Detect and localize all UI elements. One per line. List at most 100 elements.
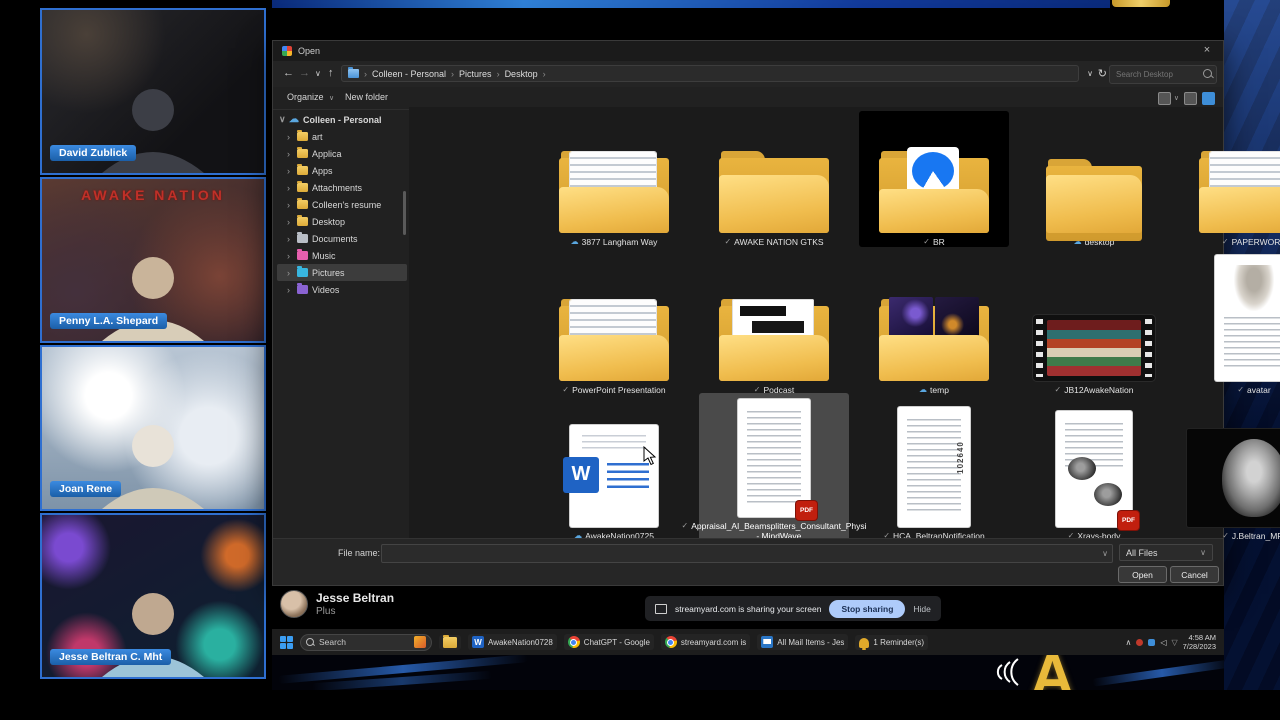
pinned-status-icon: ✓ [1222, 530, 1229, 540]
file-name-caret-icon[interactable]: ∨ [1102, 549, 1108, 558]
tree-item-art[interactable]: › art [277, 128, 407, 145]
browser-logo-preview [907, 146, 959, 195]
close-icon[interactable]: × [1199, 44, 1215, 56]
file-item[interactable]: ☁ desktop [1019, 111, 1169, 247]
folder-icon [297, 215, 308, 226]
stop-sharing-button[interactable]: Stop sharing [829, 599, 906, 618]
new-folder-button[interactable]: New folder [345, 92, 388, 102]
search-box[interactable] [1109, 65, 1217, 84]
taskbar-clock[interactable]: 4:58 AM 7/28/2023 [1183, 633, 1216, 652]
up-icon[interactable]: ↑ [328, 67, 334, 79]
breadcrumb-part[interactable]: Pictures [459, 69, 492, 79]
view-caret-icon[interactable]: ∨ [1174, 94, 1179, 102]
file-name-combo[interactable]: ∨ [381, 544, 1113, 563]
breadcrumb-separator: › [364, 68, 367, 79]
expand-icon[interactable]: › [287, 251, 293, 261]
expand-icon[interactable]: › [287, 268, 293, 278]
tree-item-music[interactable]: › Music [277, 247, 407, 264]
expand-icon[interactable]: › [287, 132, 293, 142]
file-explorer-icon [443, 634, 457, 648]
file-item-selected[interactable]: ✓ BR [859, 111, 1009, 247]
forward-icon[interactable]: → [299, 67, 310, 79]
folder-icon [297, 181, 308, 192]
portrait-preview [1234, 265, 1274, 311]
file-item[interactable]: W ☁ AwakeNation0725 [539, 393, 689, 541]
tree-item-onedrive-root[interactable]: ∨ ☁ Colleen - Personal [277, 111, 407, 128]
file-item[interactable]: PDF ✓ Xrays-body [1019, 393, 1169, 541]
tray-app-icon[interactable] [1148, 638, 1156, 646]
pictures-icon [297, 266, 308, 277]
folder-icon [297, 147, 308, 158]
organize-button[interactable]: Organize [287, 92, 324, 102]
expand-icon[interactable]: › [287, 149, 293, 159]
file-item[interactable]: ✓ AWAKE NATION GTKS [699, 111, 849, 247]
taskbar-word-window[interactable]: W AwakeNation0728 [468, 634, 557, 650]
sharing-message: streamyard.com is sharing your screen [675, 603, 822, 614]
open-button[interactable]: Open [1118, 566, 1167, 583]
tree-item-apps[interactable]: › Apps [277, 162, 407, 179]
taskbar-chrome-chatgpt[interactable]: ChatGPT - Google [563, 634, 654, 650]
file-item[interactable]: ☁ temp [859, 255, 1009, 395]
taskbar-chrome-streamyard[interactable]: streamyard.com is [660, 634, 751, 650]
tree-scrollbar[interactable] [403, 191, 406, 235]
file-type-dropdown[interactable]: All Files ∨ [1119, 544, 1213, 561]
file-item-selected[interactable]: PDF ✓ Appraisal_AI_Beamsplitters_Consulta… [682, 393, 867, 541]
expand-icon[interactable]: › [287, 183, 293, 193]
taskbar-search-label: Search [319, 637, 346, 647]
mail-icon [761, 636, 774, 648]
tray-app-icon[interactable] [1136, 638, 1144, 646]
hide-toast-button[interactable]: Hide [913, 604, 930, 614]
recent-caret-icon[interactable]: ∨ [315, 69, 321, 78]
file-item[interactable]: 102640 ✓ HCA_BeltranNotification [859, 393, 1009, 541]
tree-item-desktop[interactable]: › Desktop [277, 213, 407, 230]
tray-expand-icon[interactable]: ∧ [1125, 638, 1131, 647]
address-caret-icon[interactable]: ∨ [1087, 69, 1093, 78]
preview-pane-icon[interactable] [1202, 92, 1215, 105]
start-button[interactable] [280, 635, 293, 649]
breadcrumb[interactable]: › Colleen - Personal › Pictures › Deskto… [341, 65, 1079, 82]
tree-item-documents[interactable]: › Documents [277, 230, 407, 247]
expand-icon[interactable]: › [287, 200, 293, 210]
breadcrumb-part[interactable]: Colleen - Personal [372, 69, 446, 79]
file-item[interactable]: W ✓avatar [1179, 255, 1280, 395]
tree-item-applica[interactable]: › Applica [277, 145, 407, 162]
volume-icon[interactable]: ◁ [1160, 638, 1166, 647]
dialog-titlebar[interactable]: Open × [273, 41, 1223, 61]
expand-icon[interactable]: › [287, 217, 293, 227]
expand-icon[interactable]: › [287, 285, 293, 295]
tree-item-attachments[interactable]: › Attachments [277, 179, 407, 196]
file-item[interactable]: ✓ Podcast [699, 255, 849, 395]
cancel-button[interactable]: Cancel [1170, 566, 1219, 583]
clock-date: 7/28/2023 [1182, 642, 1216, 651]
chrome-icon [567, 636, 580, 648]
back-icon[interactable]: ← [283, 67, 294, 79]
taskbar-reminder-window[interactable]: 1 Reminder(s) [855, 634, 929, 650]
expand-icon[interactable]: › [287, 234, 293, 244]
network-icon[interactable]: ▽ [1171, 638, 1177, 647]
breadcrumb-part[interactable]: Desktop [505, 69, 538, 79]
file-item[interactable]: ✓PAPERWORK [1179, 111, 1280, 247]
file-item[interactable]: ✓ JB12AwakeNation [1019, 255, 1169, 395]
taskbar-file-explorer[interactable] [439, 634, 461, 650]
tree-label: Documents [312, 233, 358, 244]
file-name: J.Beltran_MRI [1231, 530, 1280, 541]
file-item[interactable]: ☁ 3877 Langham Way [539, 111, 689, 247]
file-item[interactable]: ✓J.Beltran_MRI [1179, 393, 1280, 541]
file-item[interactable]: ✓ PowerPoint Presentation [539, 255, 689, 395]
expand-icon[interactable]: › [287, 166, 293, 176]
file-name-label: File name: [338, 548, 381, 558]
location-folder-icon [348, 67, 359, 78]
tree-item-videos[interactable]: › Videos [277, 281, 407, 298]
view-grid-icon[interactable] [1158, 92, 1171, 105]
word-document-thumbnail: W [1215, 255, 1280, 381]
expand-icon[interactable]: ∨ [279, 114, 286, 125]
taskbar-mail-window[interactable]: All Mail Items - Jes [757, 634, 849, 650]
document-number-annotation: 102640 [956, 440, 966, 474]
tree-item-pictures[interactable]: › Pictures [277, 264, 407, 281]
file-name-input[interactable] [382, 545, 1112, 562]
tree-item-colleens-resume[interactable]: › Colleen's resume [277, 196, 407, 213]
taskbar-search[interactable]: Search [300, 633, 432, 651]
search-input[interactable] [1110, 66, 1216, 83]
view-details-icon[interactable] [1184, 92, 1197, 105]
refresh-icon[interactable]: ↻ [1098, 67, 1107, 80]
